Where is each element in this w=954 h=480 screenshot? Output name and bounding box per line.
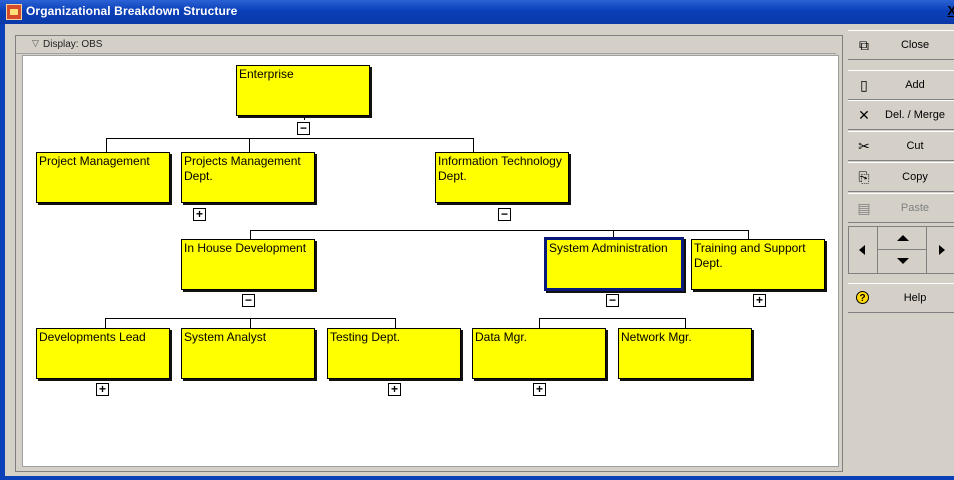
node-label: System Administration [549, 241, 668, 255]
arrow-down-icon [897, 258, 909, 264]
app-icon [6, 4, 22, 20]
expand-toggle-icon[interactable]: + [388, 383, 401, 396]
delete-icon: ✕ [858, 107, 870, 123]
copy-label: Copy [902, 171, 928, 183]
del-merge-button[interactable]: ✕ Del. / Merge [848, 100, 954, 130]
connector-line [685, 318, 686, 328]
expand-toggle-icon[interactable]: + [96, 383, 109, 396]
collapse-toggle-icon[interactable]: − [498, 208, 511, 221]
move-down-button[interactable] [878, 250, 926, 272]
node-label: Network Mgr. [621, 330, 692, 344]
cut-label: Cut [906, 140, 924, 152]
obs-node-network-mgr[interactable]: Network Mgr. [618, 328, 752, 379]
obs-node-system-administration[interactable]: System Administration [544, 237, 684, 291]
collapse-toggle-icon[interactable]: − [242, 294, 255, 307]
node-label: Enterprise [239, 67, 294, 81]
connector-line [539, 318, 685, 319]
node-label: Data Mgr. [475, 330, 528, 344]
add-icon: ▯ [860, 77, 868, 93]
node-label: Projects Management Dept. [184, 154, 301, 183]
node-label: Project Management [39, 154, 150, 168]
expand-toggle-icon[interactable]: + [193, 208, 206, 221]
cut-button[interactable]: ✂ Cut [848, 131, 954, 161]
connector-line [250, 318, 251, 328]
help-icon: ? [856, 291, 869, 304]
obs-node-system-analyst[interactable]: System Analyst [181, 328, 315, 379]
connector-line [250, 230, 748, 231]
obs-window: Organizational Breakdown Structure X ▽ D… [0, 0, 954, 480]
obs-node-projects-management-dept[interactable]: Projects Management Dept. [181, 152, 315, 203]
paste-button[interactable]: ▤ Paste [848, 193, 954, 223]
display-label: Display: OBS [43, 39, 103, 50]
connector-line [249, 138, 250, 152]
arrow-up-icon [897, 235, 909, 241]
obs-node-enterprise[interactable]: Enterprise [236, 65, 370, 116]
move-right-button[interactable] [926, 227, 954, 273]
copy-button[interactable]: ⎘ Copy [848, 162, 954, 192]
obs-node-training-and-support-dept[interactable]: Training and Support Dept. [691, 239, 825, 290]
node-label: Training and Support Dept. [694, 241, 806, 270]
obs-node-data-mgr[interactable]: Data Mgr. [472, 328, 606, 379]
connector-line [395, 318, 396, 328]
connector-line [539, 318, 540, 328]
arrow-left-icon [859, 245, 865, 255]
add-button[interactable]: ▯ Add [848, 70, 954, 100]
expand-toggle-icon[interactable]: + [753, 294, 766, 307]
obs-node-testing-dept[interactable]: Testing Dept. [327, 328, 461, 379]
obs-node-information-technology-dept[interactable]: Information Technology Dept. [435, 152, 569, 203]
node-label: Testing Dept. [330, 330, 401, 344]
paste-label: Paste [900, 202, 930, 214]
obs-node-project-management[interactable]: Project Management [36, 152, 170, 203]
window-frame-bottom [0, 476, 954, 480]
collapse-toggle-icon[interactable]: − [606, 294, 619, 307]
window-close-icon[interactable]: X [947, 3, 954, 18]
chevron-down-icon[interactable]: ▽ [32, 38, 39, 49]
move-left-button[interactable] [849, 227, 878, 273]
add-label: Add [905, 79, 925, 91]
close-panel-icon: ⧉ [859, 37, 869, 53]
copy-icon: ⎘ [858, 169, 870, 185]
connector-line [106, 138, 107, 152]
scissors-icon: ✂ [858, 138, 870, 154]
expand-toggle-icon[interactable]: + [533, 383, 546, 396]
collapse-toggle-icon[interactable]: − [297, 122, 310, 135]
connector-line [106, 138, 473, 139]
title-bar[interactable]: Organizational Breakdown Structure X [0, 0, 954, 24]
node-label: In House Development [184, 241, 307, 255]
window-title: Organizational Breakdown Structure [26, 4, 238, 18]
node-label: Developments Lead [39, 330, 146, 344]
move-navigation-pad [848, 226, 954, 274]
obs-node-developments-lead[interactable]: Developments Lead [36, 328, 170, 379]
display-bar[interactable]: ▽ Display: OBS [16, 36, 836, 54]
move-up-button[interactable] [878, 227, 926, 250]
help-label: Help [903, 292, 927, 304]
obs-chart-canvas[interactable]: Enterprise − Project Management Projects… [22, 55, 839, 467]
connector-line [105, 318, 106, 328]
node-label: System Analyst [184, 330, 267, 344]
connector-line [473, 138, 474, 152]
paste-icon: ▤ [857, 200, 871, 216]
node-label: Information Technology Dept. [438, 154, 562, 183]
window-frame-left [0, 24, 5, 480]
close-label: Close [900, 39, 930, 51]
close-button[interactable]: ⧉ Close [848, 30, 954, 60]
arrow-right-icon [939, 245, 945, 255]
help-button[interactable]: ? Help [848, 283, 954, 313]
obs-node-in-house-development[interactable]: In House Development [181, 239, 315, 290]
del-merge-label: Del. / Merge [885, 109, 945, 121]
